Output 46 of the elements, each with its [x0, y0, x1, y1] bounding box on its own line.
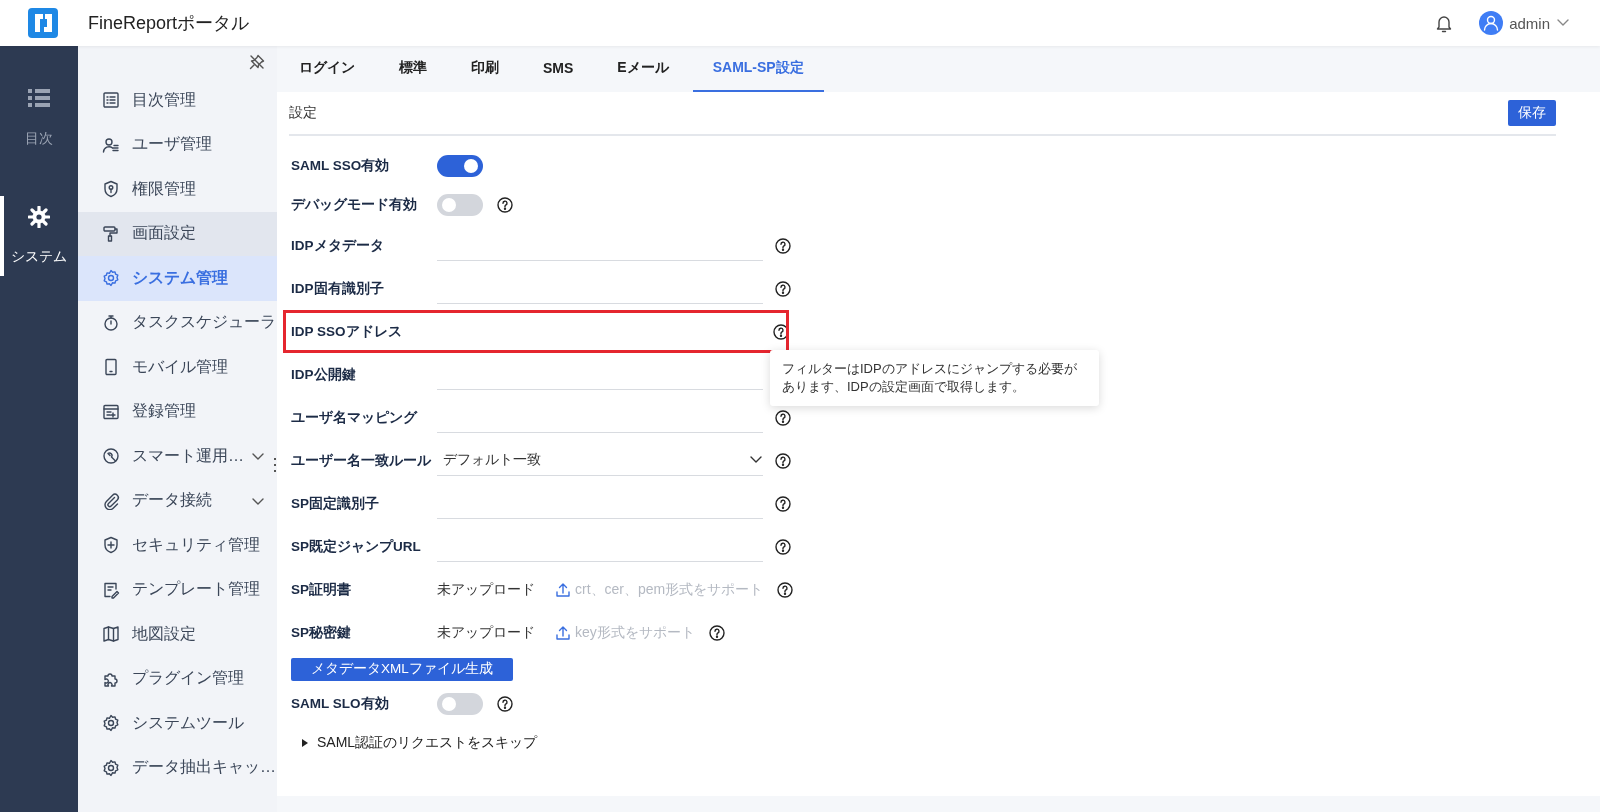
sidebar-item[interactable]: データ接続: [78, 478, 277, 523]
app-title: FineReportポータル: [88, 12, 250, 35]
field-label: ユーザ名マッピング: [291, 408, 419, 427]
field-label: SAML SLO有効: [291, 694, 390, 713]
sidebar-item[interactable]: セキュリティ管理: [78, 523, 277, 568]
sidebar-item[interactable]: スマート運用…: [78, 434, 277, 479]
sidebar-item[interactable]: プラグイン管理: [78, 656, 277, 701]
field-label: SP固定識別子: [291, 494, 380, 513]
sidebar-item[interactable]: データ抽出キャッ…: [78, 745, 277, 790]
upload-status: 未アップロード: [437, 580, 535, 599]
collapse-toggle[interactable]: SAML認証のリクエストをスキップ: [291, 734, 538, 752]
sidebar-item[interactable]: 権限管理: [78, 167, 277, 212]
field-label: SP既定ジャンプURL: [291, 537, 422, 556]
tooltip: フィルターはIDPのアドレスにジャンプする必要があります、IDPの設定画面で取得します。: [770, 350, 1099, 406]
field-label: IDP SSOアドレス: [291, 322, 403, 341]
field-label: IDP公開鍵: [291, 365, 357, 384]
save-button[interactable]: 保存: [1508, 100, 1556, 126]
tab[interactable]: 印刷: [451, 46, 519, 92]
sidebar-item[interactable]: 目次管理: [78, 78, 277, 123]
dropdown[interactable]: デフォルト一致: [437, 445, 763, 476]
sidebar-item[interactable]: テンプレート管理: [78, 567, 277, 612]
field-label: IDP固有識別子: [291, 279, 385, 298]
tab[interactable]: Eメール: [597, 46, 689, 92]
field-label: SAML SSO有効: [291, 156, 391, 175]
field-label: デバッグモード有効: [291, 195, 418, 214]
sidebar-item[interactable]: タスクスケジューラ: [78, 300, 277, 345]
user-menu[interactable]: admin: [1479, 11, 1570, 35]
generate-button[interactable]: メタデータXMLファイル生成: [291, 657, 513, 681]
field-label: ユーザー名一致ルール: [291, 451, 432, 470]
sidebar-item[interactable]: システム管理: [78, 256, 277, 301]
sidebar-item[interactable]: システムツール: [78, 701, 277, 746]
sidebar-item[interactable]: ユーザ管理: [78, 122, 277, 167]
tab[interactable]: ログイン: [279, 46, 375, 92]
sidebar-item[interactable]: モバイル管理: [78, 345, 277, 390]
section-title: 設定: [289, 104, 317, 122]
sidebar-item[interactable]: 画面設定: [78, 211, 277, 256]
upload-status: 未アップロード: [437, 623, 535, 642]
field-label: SP秘密鍵: [291, 623, 352, 642]
rail-item[interactable]: システム: [0, 196, 78, 276]
tab[interactable]: 標準: [379, 46, 447, 92]
sidebar-item[interactable]: 地図設定: [78, 612, 277, 657]
field-label: IDPメタデータ: [291, 236, 385, 255]
tab[interactable]: SMS: [523, 46, 594, 92]
rail-item[interactable]: 目次: [0, 84, 78, 152]
sidebar-item[interactable]: 登録管理: [78, 389, 277, 434]
field-label: SP証明書: [291, 580, 352, 599]
